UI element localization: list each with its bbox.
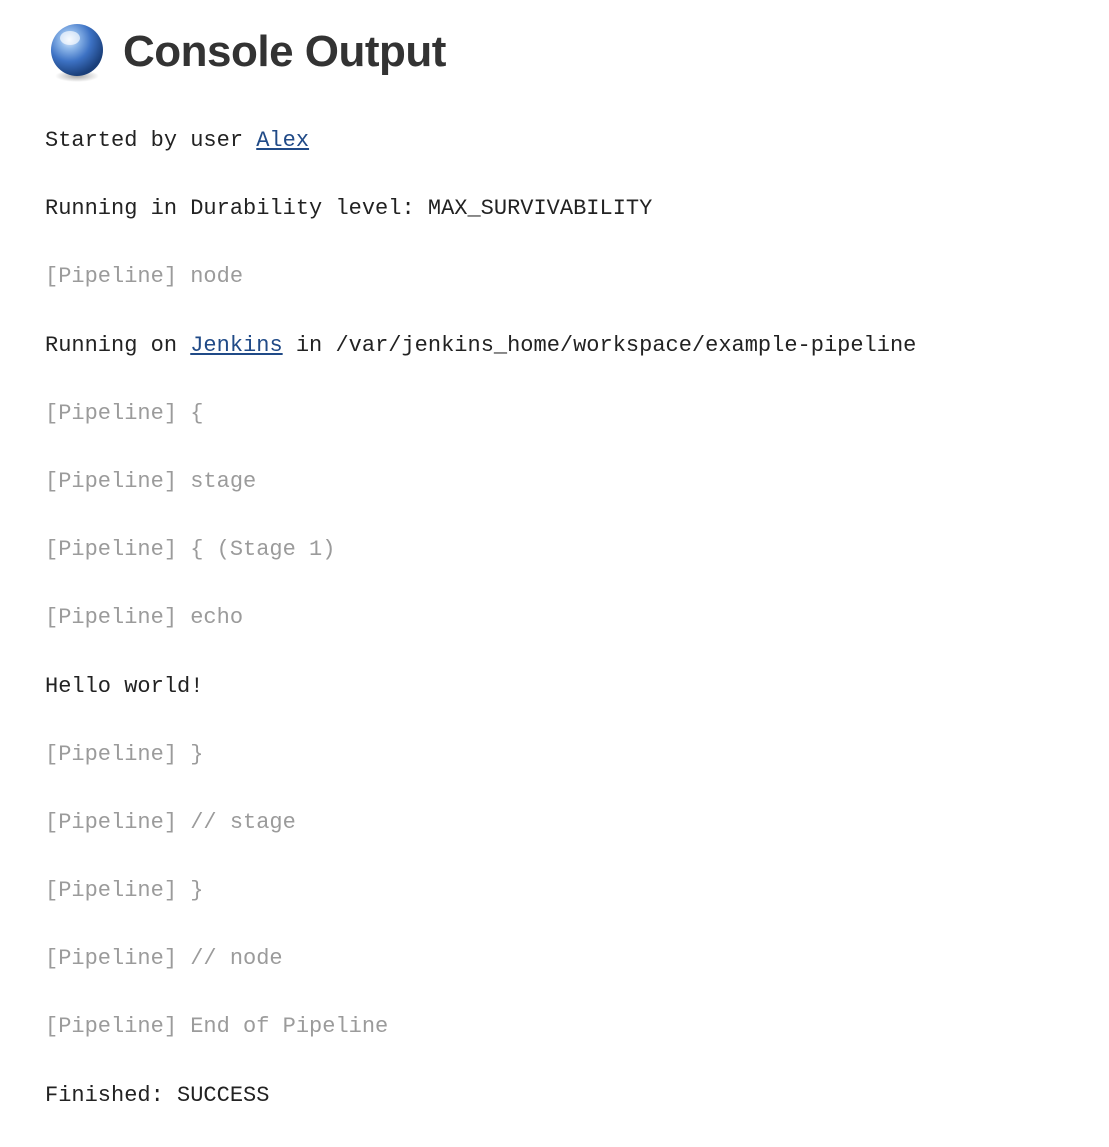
console-line: Finished: SUCCESS <box>45 1079 1109 1113</box>
page-title: Console Output <box>123 27 446 77</box>
console-text: Started by user <box>45 128 256 153</box>
console-line: [Pipeline] } <box>45 738 1109 772</box>
user-link[interactable]: Alex <box>256 128 309 153</box>
console-text: Running on <box>45 333 190 358</box>
console-text: in /var/jenkins_home/workspace/example-p… <box>283 333 917 358</box>
console-line: [Pipeline] { <box>45 397 1109 431</box>
console-line: Hello world! <box>45 670 1109 704</box>
node-link[interactable]: Jenkins <box>190 333 282 358</box>
console-line: [Pipeline] echo <box>45 601 1109 635</box>
console-line: [Pipeline] node <box>45 260 1109 294</box>
console-line: Running on Jenkins in /var/jenkins_home/… <box>45 329 1109 363</box>
blue-ball-icon <box>45 20 109 84</box>
console-output: Started by user Alex Running in Durabili… <box>45 124 1109 1147</box>
console-line: Started by user Alex <box>45 124 1109 158</box>
page-header: Console Output <box>45 20 1109 84</box>
console-line: Running in Durability level: MAX_SURVIVA… <box>45 192 1109 226</box>
console-line: [Pipeline] // stage <box>45 806 1109 840</box>
console-line: [Pipeline] } <box>45 874 1109 908</box>
console-line: [Pipeline] { (Stage 1) <box>45 533 1109 567</box>
console-line: [Pipeline] End of Pipeline <box>45 1010 1109 1044</box>
console-line: [Pipeline] stage <box>45 465 1109 499</box>
console-line: [Pipeline] // node <box>45 942 1109 976</box>
